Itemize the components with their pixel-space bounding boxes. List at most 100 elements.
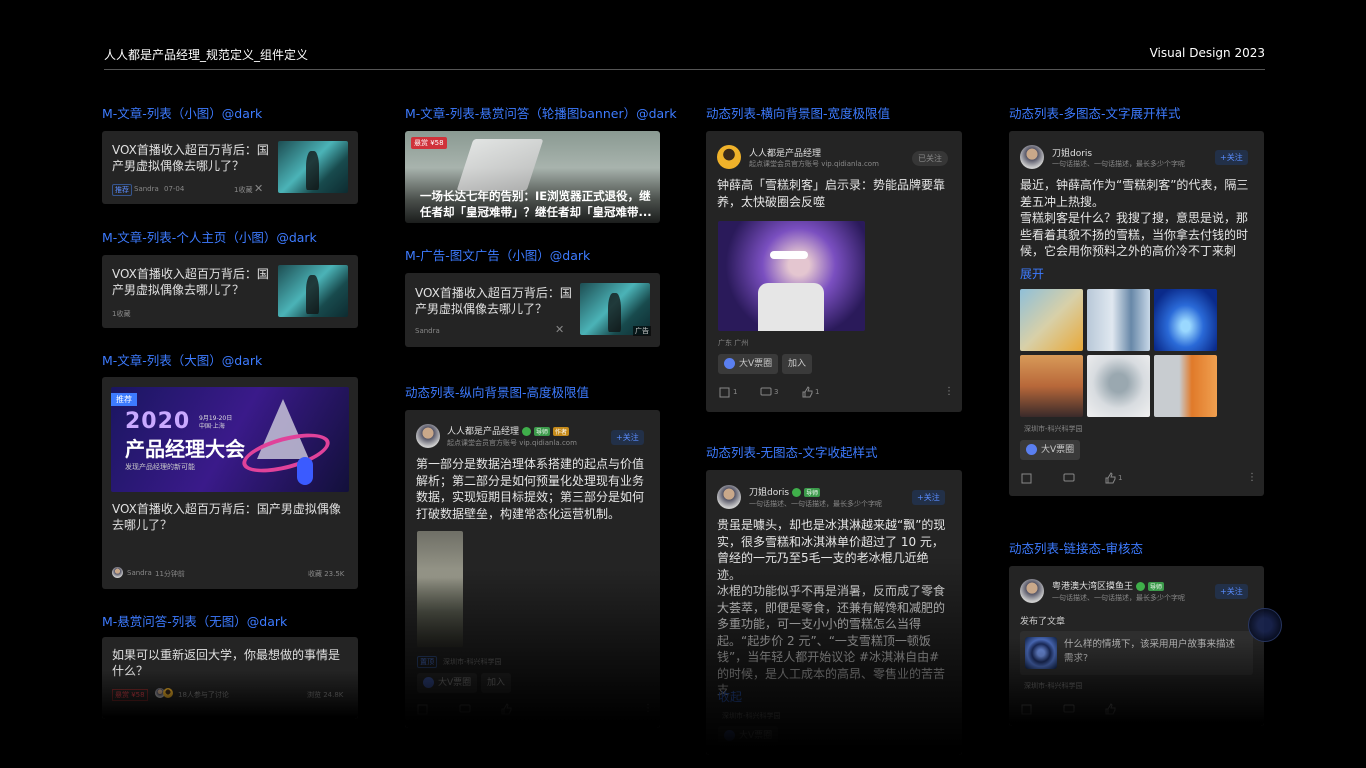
- author-name: Sandra: [127, 569, 152, 577]
- avatar[interactable]: [717, 145, 741, 169]
- circle-chip[interactable]: 大V票圈: [718, 354, 779, 374]
- avatar: [163, 688, 173, 698]
- laptop-image: [456, 139, 544, 191]
- post-image-5[interactable]: [1087, 355, 1150, 417]
- more-icon[interactable]: ⋮: [643, 703, 655, 715]
- article-card-small[interactable]: VOX首播收入超百万背后：国产男虚拟偶像去哪儿了？ 推荐 Sandra 07-0…: [102, 131, 358, 204]
- avatar[interactable]: [717, 485, 741, 509]
- author-name: Sandra: [134, 185, 159, 193]
- article-card-profile[interactable]: VOX首播收入超百万背后：国产男虚拟偶像去哪儿了？ 1收藏: [102, 255, 358, 328]
- share-icon[interactable]: [417, 703, 429, 715]
- banner-tag: 推荐: [111, 393, 137, 406]
- share-icon[interactable]: [719, 386, 731, 398]
- close-icon[interactable]: ✕: [254, 183, 266, 195]
- post-image[interactable]: [417, 531, 463, 647]
- circle-chip[interactable]: 大V票圈: [1020, 440, 1081, 460]
- circle-icon: [724, 730, 735, 741]
- post-image-6[interactable]: [1154, 355, 1217, 417]
- header-bar: 人人都是产品经理_规范定义_组件定义 Visual Design 2023: [104, 44, 1265, 70]
- post-image-1[interactable]: [1020, 289, 1083, 351]
- link-preview[interactable]: 什么样的情境下，该采用用户故事来描述需求?: [1020, 631, 1253, 675]
- section-title: M-广告-图文广告（小图）@dark: [405, 248, 591, 263]
- reward-banner-card[interactable]: 悬赏 ¥58 一场长达七年的告别：IE浏览器正式退役，继任者却「皇冠难带」？继任…: [405, 131, 660, 223]
- section-title: 动态列表-多图态-文字展开样式: [1009, 106, 1181, 121]
- question-title: 如果可以重新返回大学，你最想做的事情是什么？: [112, 648, 341, 678]
- reward-badge: 悬赏 ¥58: [411, 137, 447, 149]
- header-right: Visual Design 2023: [1149, 46, 1265, 60]
- shirt-shape: [758, 283, 824, 331]
- circle-chip[interactable]: 大V票圈: [718, 726, 779, 746]
- banner-shape: [297, 457, 313, 485]
- article-title: VOX首播收入超百万背后：国产男虚拟偶像去哪儿了？: [112, 502, 341, 532]
- comment-icon[interactable]: [760, 386, 772, 398]
- user-desc: 一句话描述、一句话描述，最长多少个字呢: [1052, 594, 1185, 602]
- more-icon[interactable]: ⋮: [944, 386, 956, 398]
- circle-icon: [423, 677, 434, 688]
- article-card-large[interactable]: 推荐 2020 9月19-20日 中国·上海 产品经理大会 发现产品经理的新可能…: [102, 377, 358, 589]
- post-image-3[interactable]: [1154, 289, 1217, 351]
- circle-chip[interactable]: 大V票圈: [417, 673, 478, 693]
- verified-icon: [522, 427, 532, 436]
- like-icon[interactable]: [801, 386, 813, 398]
- post-action: 发布了文章: [1020, 617, 1066, 627]
- author-name: Sandra: [415, 327, 440, 335]
- review-stamp: [1248, 608, 1282, 642]
- user-name-row: 人人都是产品经理 导师 作者: [447, 424, 570, 437]
- feed-card-horizontal-image[interactable]: 人人都是产品经理 起点课堂会员官方账号 vip.qidianla.com 已关注…: [706, 131, 962, 412]
- circle-icon: [1026, 444, 1037, 455]
- mentor-badge: 导师: [534, 427, 551, 436]
- comment-icon[interactable]: [1063, 472, 1075, 484]
- circle-name: 大V票圈: [739, 359, 773, 369]
- feed-card-text-collapse[interactable]: 刀姐doris 导师 一句话描述、一句话描述，最长多少个字呢 +关注 贵虽是噱头，…: [706, 470, 962, 755]
- followed-button[interactable]: 已关注: [912, 151, 948, 166]
- post-image[interactable]: [718, 221, 865, 331]
- section-title: M-文章-列表-悬赏问答（轮播图banner）@dark: [405, 106, 677, 121]
- avatar[interactable]: [416, 424, 440, 448]
- follow-button[interactable]: +关注: [912, 490, 945, 505]
- collect-count: 1收藏: [112, 310, 131, 318]
- feed-card-vertical-image[interactable]: 人人都是产品经理 导师 作者 起点课堂会员官方账号 vip.qidianla.com…: [405, 410, 660, 728]
- join-button[interactable]: 加入: [782, 354, 813, 374]
- ad-card[interactable]: VOX首播收入超百万背后：国产男虚拟偶像去哪儿了？ 广告 Sandra ✕: [405, 273, 660, 347]
- participant-count: 18人参与了讨论: [178, 691, 229, 699]
- link-thumbnail: [1025, 637, 1057, 669]
- join-button[interactable]: 加入: [481, 673, 512, 693]
- circle-name: 大V票圈: [739, 731, 773, 741]
- follow-button[interactable]: +关注: [611, 430, 644, 445]
- avatar: [112, 567, 123, 578]
- feed-card-multi-image[interactable]: 刀姐doris 一句话描述、一句话描述，最长多少个字呢 +关注 最近，钟薛高作为…: [1009, 131, 1264, 496]
- feed-card-link[interactable]: 粤港澳大湾区摸鱼王 导师 一句话描述、一句话描述，最长多少个字呢 +关注 发布了文…: [1009, 566, 1264, 726]
- article-thumbnail: [278, 265, 348, 317]
- publish-date: 07-04: [164, 185, 185, 193]
- expand-link[interactable]: 展开: [1020, 265, 1044, 282]
- reward-qa-card[interactable]: 如果可以重新返回大学，你最想做的事情是什么？ 悬赏 ¥58 18人参与了讨论 浏…: [102, 637, 358, 719]
- follow-button[interactable]: +关注: [1215, 584, 1248, 599]
- section-title: 动态列表-无图态-文字收起样式: [706, 445, 878, 460]
- follow-button[interactable]: +关注: [1215, 150, 1248, 165]
- post-image-2[interactable]: [1087, 289, 1150, 351]
- like-icon[interactable]: [1104, 472, 1116, 484]
- sunglasses-shape: [770, 251, 808, 259]
- post-image-4[interactable]: [1020, 355, 1083, 417]
- banner-title: 一场长达七年的告别：IE浏览器正式退役，继任者却「皇冠难带」？继任者却「皇冠难带…: [420, 189, 652, 219]
- section-title: 动态列表-横向背景图-宽度极限值: [706, 106, 891, 121]
- post-text: 最近，钟薛高作为“雪糕刺客”的代表，隔三差五冲上热搜。 雪糕刺客是什么？我搜了搜…: [1020, 178, 1249, 258]
- comment-icon[interactable]: [1063, 703, 1075, 715]
- section-title: M-文章-列表-个人主页（小图）@dark: [102, 230, 317, 245]
- verified-icon: [792, 488, 802, 497]
- collapse-link[interactable]: 收起: [718, 688, 742, 705]
- share-icon[interactable]: [1021, 472, 1033, 484]
- share-count: 1: [733, 388, 738, 396]
- like-icon[interactable]: [500, 703, 512, 715]
- comment-icon[interactable]: [459, 703, 471, 715]
- avatar[interactable]: [1020, 145, 1044, 169]
- section-title: 动态列表-纵向背景图-高度极限值: [405, 385, 590, 400]
- post-text: 钟薛高「雪糕刺客」启示录：势能品牌要靠养，太快破圈会反噬: [717, 178, 946, 209]
- share-icon[interactable]: [1021, 703, 1033, 715]
- like-icon[interactable]: [1104, 703, 1116, 715]
- avatar[interactable]: [1020, 579, 1044, 603]
- circle-name: 大V票圈: [1041, 445, 1075, 455]
- banner-place: 中国·上海: [199, 423, 225, 430]
- close-icon[interactable]: ✕: [555, 324, 567, 336]
- more-icon[interactable]: ⋮: [1247, 472, 1259, 484]
